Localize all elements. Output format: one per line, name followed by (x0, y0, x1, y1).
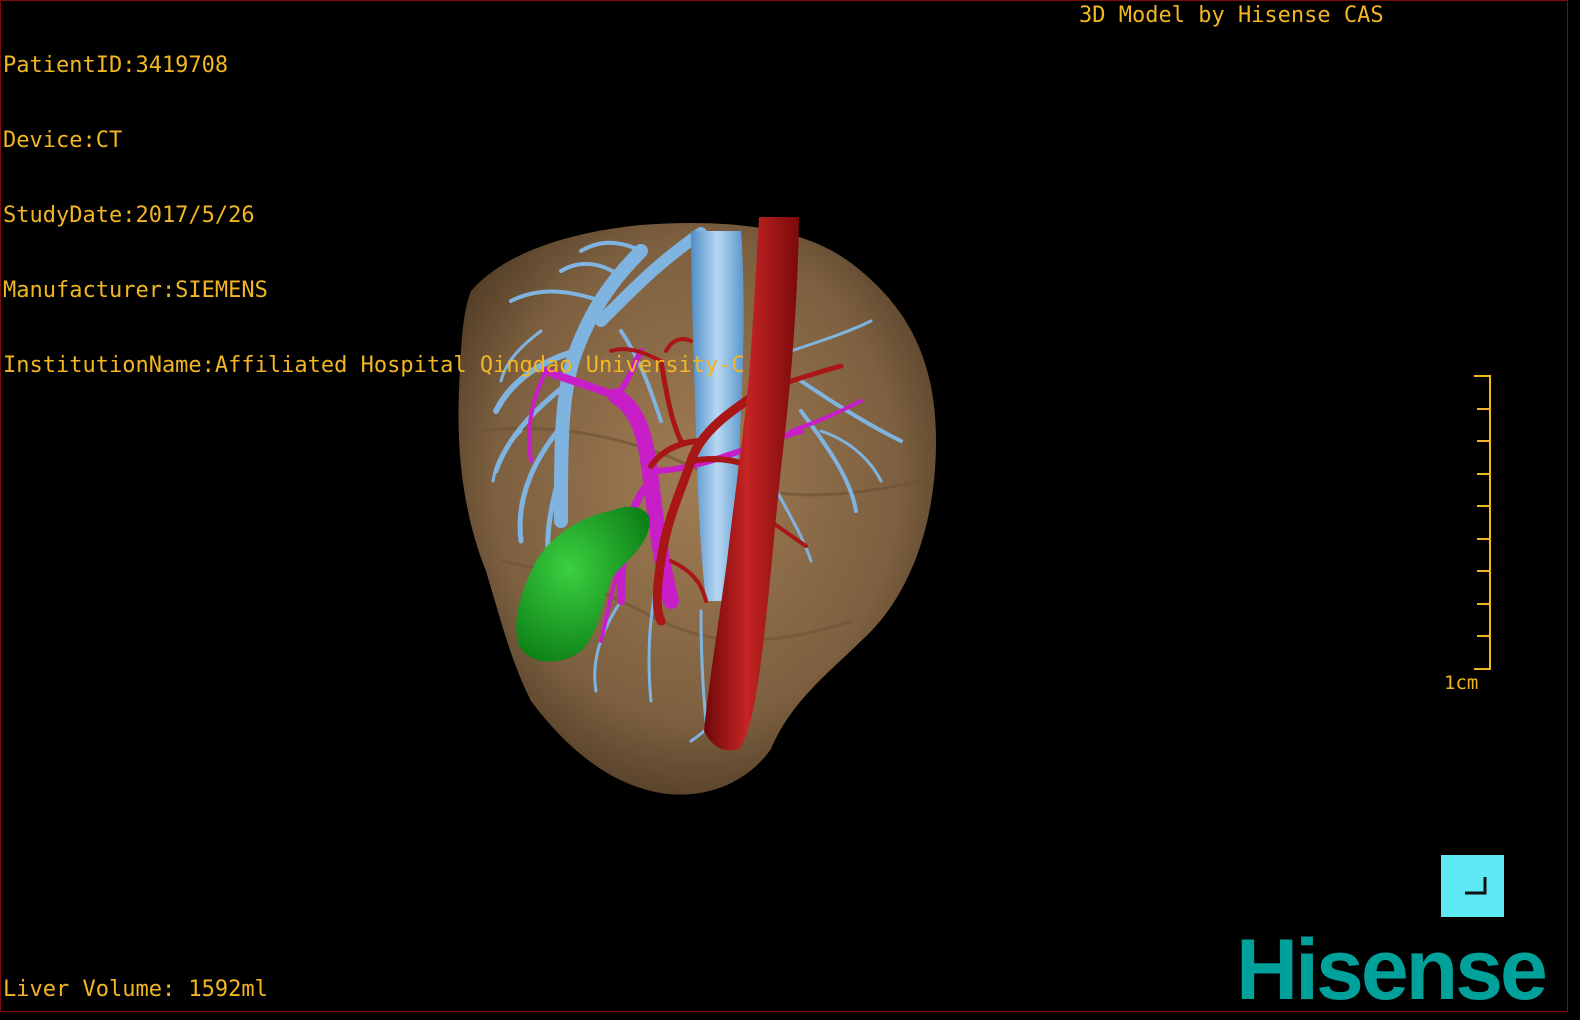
scale-bar-icon (1474, 375, 1491, 670)
manufacturer-text: Manufacturer:SIEMENS (3, 278, 268, 303)
study-info: PatientID:3419708 Device:CT StudyDate:20… (3, 3, 745, 428)
liver-volume-text: Liver Volume: 1592ml (3, 977, 268, 1002)
patient-id-text: PatientID:3419708 (3, 53, 229, 78)
view-corner-button[interactable] (1441, 855, 1504, 917)
scale-label: 1cm (1444, 672, 1479, 694)
corner-frame-icon (1465, 877, 1487, 895)
3d-viewport[interactable]: PatientID:3419708 Device:CT StudyDate:20… (0, 0, 1568, 1012)
device-text: Device:CT (3, 128, 123, 153)
study-date-text: StudyDate:2017/5/26 (3, 203, 255, 228)
hisense-logo: Hisense (1236, 922, 1548, 1018)
model-credit: 3D Model by Hisense CAS (1079, 3, 1384, 28)
institution-text: InstitutionName:Affiliated Hospital Qing… (3, 353, 745, 378)
